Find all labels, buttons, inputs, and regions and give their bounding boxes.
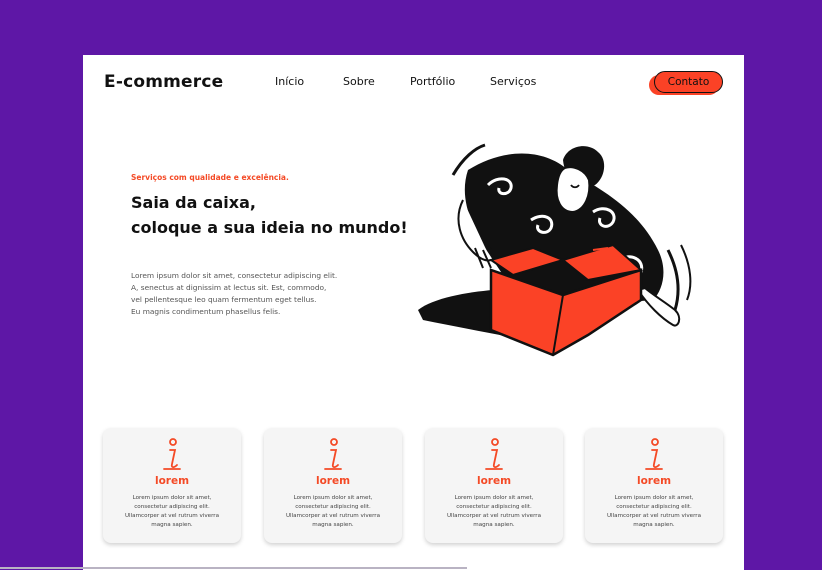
nav-link-inicio[interactable]: Início bbox=[275, 75, 304, 88]
contact-button-wrapper: Contato bbox=[649, 71, 725, 97]
main-nav: Início Sobre Portfólio Serviços bbox=[83, 75, 744, 91]
illustration-motion-line bbox=[666, 249, 680, 311]
card-text: Lorem ipsum dolor sit amet, consectetur … bbox=[446, 495, 542, 528]
card-text: Lorem ipsum dolor sit amet, consectetur … bbox=[606, 495, 702, 528]
hero-headline: Saia da caixa, coloque a sua ideia no mu… bbox=[131, 190, 408, 240]
illustration-motion-line bbox=[680, 244, 692, 301]
hero-headline-line-1: Saia da caixa, bbox=[131, 193, 256, 212]
feature-card: lorem Lorem ipsum dolor sit amet, consec… bbox=[264, 428, 402, 543]
card-text: Lorem ipsum dolor sit amet, consectetur … bbox=[285, 495, 381, 528]
hero-tagline: Serviços com qualidade e excelência. bbox=[131, 173, 289, 182]
info-icon bbox=[324, 438, 342, 470]
feature-card: lorem Lorem ipsum dolor sit amet, consec… bbox=[425, 428, 563, 543]
bottom-scrollbar-line bbox=[0, 567, 467, 569]
hero-description-line: vel pellentesque leo quam fermentum eget… bbox=[131, 295, 317, 304]
hero-description-line: Lorem ipsum dolor sit amet, consectetur … bbox=[131, 271, 338, 280]
illustration-right-arm bbox=[636, 286, 681, 327]
hero-description: Lorem ipsum dolor sit amet, consectetur … bbox=[131, 270, 337, 318]
card-text: Lorem ipsum dolor sit amet, consectetur … bbox=[124, 495, 220, 528]
feature-card: lorem Lorem ipsum dolor sit amet, consec… bbox=[103, 428, 241, 543]
illustration-face bbox=[555, 166, 591, 214]
hero-description-line: Eu magnis condimentum phasellus felis. bbox=[131, 307, 281, 316]
info-icon bbox=[163, 438, 181, 470]
nav-link-sobre[interactable]: Sobre bbox=[343, 75, 375, 88]
hero-illustration bbox=[418, 143, 692, 357]
feature-card: lorem Lorem ipsum dolor sit amet, consec… bbox=[585, 428, 723, 543]
contact-button[interactable]: Contato bbox=[654, 71, 723, 93]
hero-headline-line-2: coloque a sua ideia no mundo! bbox=[131, 218, 408, 237]
card-title: lorem bbox=[476, 475, 512, 487]
info-icon bbox=[645, 438, 663, 470]
card-title: lorem bbox=[315, 475, 351, 487]
card-title: lorem bbox=[154, 475, 190, 487]
nav-link-servicos[interactable]: Serviços bbox=[490, 75, 536, 88]
hero-description-line: A, senectus at dignissim at lectus sit. … bbox=[131, 283, 327, 292]
nav-link-portfolio[interactable]: Portfólio bbox=[410, 75, 455, 88]
landing-page: E-commerce Início Sobre Portfólio Serviç… bbox=[83, 55, 744, 570]
card-title: lorem bbox=[636, 475, 672, 487]
info-icon bbox=[485, 438, 503, 470]
